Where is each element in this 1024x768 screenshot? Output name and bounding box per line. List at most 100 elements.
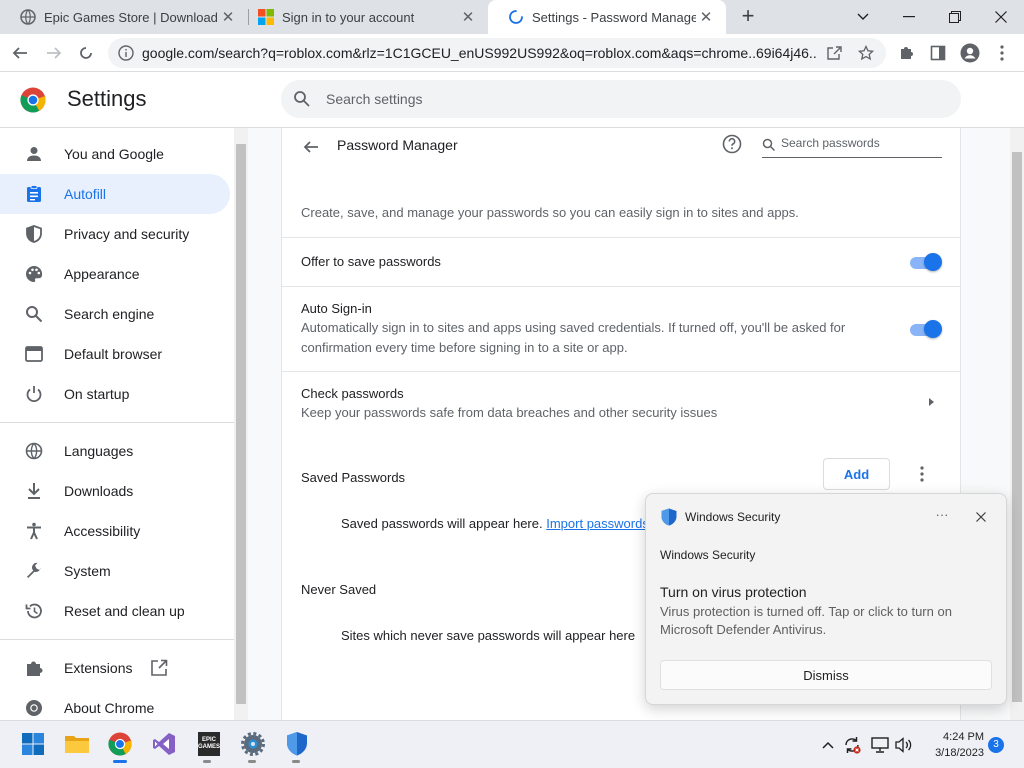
page-subtitle: Password Manager [337,137,458,153]
start-button[interactable] [20,731,46,757]
sidebar-item-about-chrome[interactable]: About Chrome [0,688,230,720]
taskbar-file-explorer[interactable] [64,731,90,757]
auto-signin-toggle[interactable] [910,319,942,339]
info-icon[interactable] [118,45,134,61]
sidebar-divider [0,422,234,423]
running-app-indicator [248,760,256,763]
file-explorer-icon [65,736,89,753]
side-panel-icon [930,45,946,61]
tab-settings[interactable]: Settings - Password Manager ✕ [488,0,726,34]
check-passwords-label[interactable]: Check passwords [301,386,404,401]
check-passwords-description[interactable]: Keep your passwords safe from data breac… [301,403,861,423]
settings-search-input[interactable] [326,89,926,109]
dismiss-button[interactable]: Dismiss [660,660,992,690]
extensions-button[interactable] [894,41,918,65]
add-password-button[interactable]: Add [823,458,890,490]
browser-toolbar: google.com/search?q=roblox.com&rlz=1C1GC… [0,34,1024,72]
windows-security-notification[interactable]: Windows Security ··· Windows Security Tu… [645,493,1007,705]
forward-button[interactable] [42,41,66,65]
notification-count-badge[interactable]: 3 [988,737,1004,753]
arrow-right-icon [47,47,62,59]
sidebar-item-search-engine[interactable]: Search engine [0,294,230,334]
globe-icon [24,441,44,461]
autofill-icon [24,184,44,204]
close-tab-icon[interactable]: ✕ [458,8,478,26]
sidebar-scrollbar[interactable] [234,128,248,720]
notification-more-button[interactable]: ··· [930,505,954,527]
sidebar-item-extensions[interactable]: Extensions [0,648,230,688]
sidebar-item-downloads[interactable]: Downloads [0,471,230,511]
person-icon [24,144,44,164]
tray-sync[interactable] [842,735,862,755]
tab-sign-in[interactable]: Sign in to your account ✕ [238,0,488,34]
close-tab-icon[interactable]: ✕ [218,8,238,26]
more-actions-button[interactable] [912,464,932,484]
password-search-box[interactable] [762,132,942,158]
restore-button[interactable] [932,0,978,34]
taskbar-chrome[interactable] [107,731,133,757]
sidebar-item-on-startup[interactable]: On startup [0,374,230,414]
sidebar-item-autofill[interactable]: Autofill [0,174,230,214]
sidebar-scrollbar-thumb[interactable] [236,144,246,704]
sidebar-item-system[interactable]: System [0,551,230,591]
new-tab-button[interactable]: + [736,4,760,28]
show-hidden-icons-button[interactable] [818,735,838,755]
share-icon[interactable] [826,45,842,61]
sidebar-item-appearance[interactable]: Appearance [0,254,230,294]
profile-button[interactable] [958,41,982,65]
reload-icon [80,47,92,59]
taskbar-settings[interactable] [240,731,266,757]
help-icon[interactable] [722,134,742,154]
close-window-button[interactable] [978,0,1024,34]
sidebar-item-label: About Chrome [64,700,155,716]
bookmark-star-icon[interactable] [858,45,874,61]
running-app-indicator [292,760,300,763]
offer-to-save-label: Offer to save passwords [301,254,441,269]
notification-body: Virus protection is turned off. Tap or c… [660,604,952,637]
tray-network[interactable] [870,735,890,755]
more-vertical-icon [1000,45,1004,61]
saved-passwords-title: Saved Passwords [301,470,406,485]
taskbar-epic-games[interactable]: EPIC GAMES [196,731,222,757]
sidebar-item-reset-and-clean-up[interactable]: Reset and clean up [0,591,230,631]
tab-epic-games[interactable]: Epic Games Store | Download & Play ✕ [0,0,248,34]
tab-strip: Epic Games Store | Download & Play ✕ Sig… [0,0,1024,34]
chevron-right-icon[interactable] [925,396,937,408]
active-app-indicator [113,760,127,763]
notification-close-button[interactable] [970,506,992,528]
settings-search-box[interactable] [281,80,961,118]
microsoft-logo-icon [258,9,274,25]
taskbar-windows-security[interactable] [284,731,310,757]
taskbar-visual-studio[interactable] [151,731,177,757]
address-bar[interactable]: google.com/search?q=roblox.com&rlz=1C1GC… [108,38,886,68]
sidebar-item-languages[interactable]: Languages [0,431,230,471]
minimize-button[interactable] [886,0,932,34]
globe-icon [20,9,36,25]
tray-volume[interactable] [894,735,914,755]
side-panel-button[interactable] [926,41,950,65]
sidebar-item-default-browser[interactable]: Default browser [0,334,230,374]
start-icon [22,733,44,755]
sidebar-item-label: System [64,563,111,579]
chrome-menu-button[interactable] [990,41,1014,65]
sidebar-item-privacy-and-security[interactable]: Privacy and security [0,214,230,254]
sidebar-item-accessibility[interactable]: Accessibility [0,511,230,551]
back-button[interactable] [300,136,322,158]
sidebar-item-label: You and Google [64,146,164,162]
taskbar-clock[interactable]: 4:24 PM 3/18/2023 [924,729,984,761]
offer-to-save-toggle[interactable] [910,252,942,272]
settings-header: Settings [0,72,1024,128]
password-search-input[interactable] [781,136,936,150]
stop-loading-button[interactable] [74,41,98,65]
main-scrollbar[interactable] [1010,128,1024,720]
close-tab-icon[interactable]: ✕ [696,8,716,26]
main-scrollbar-thumb[interactable] [1012,152,1022,702]
import-passwords-link[interactable]: Import passwords [546,516,649,531]
auto-signin-description: Automatically sign in to sites and apps … [301,320,846,355]
url-text[interactable]: google.com/search?q=roblox.com&rlz=1C1GC… [142,45,818,61]
tab-search-button[interactable] [840,0,886,34]
toggle-knob [924,320,942,338]
open-in-new-icon [150,659,168,677]
back-button[interactable] [8,41,32,65]
sidebar-item-you-and-google[interactable]: You and Google [0,134,230,174]
